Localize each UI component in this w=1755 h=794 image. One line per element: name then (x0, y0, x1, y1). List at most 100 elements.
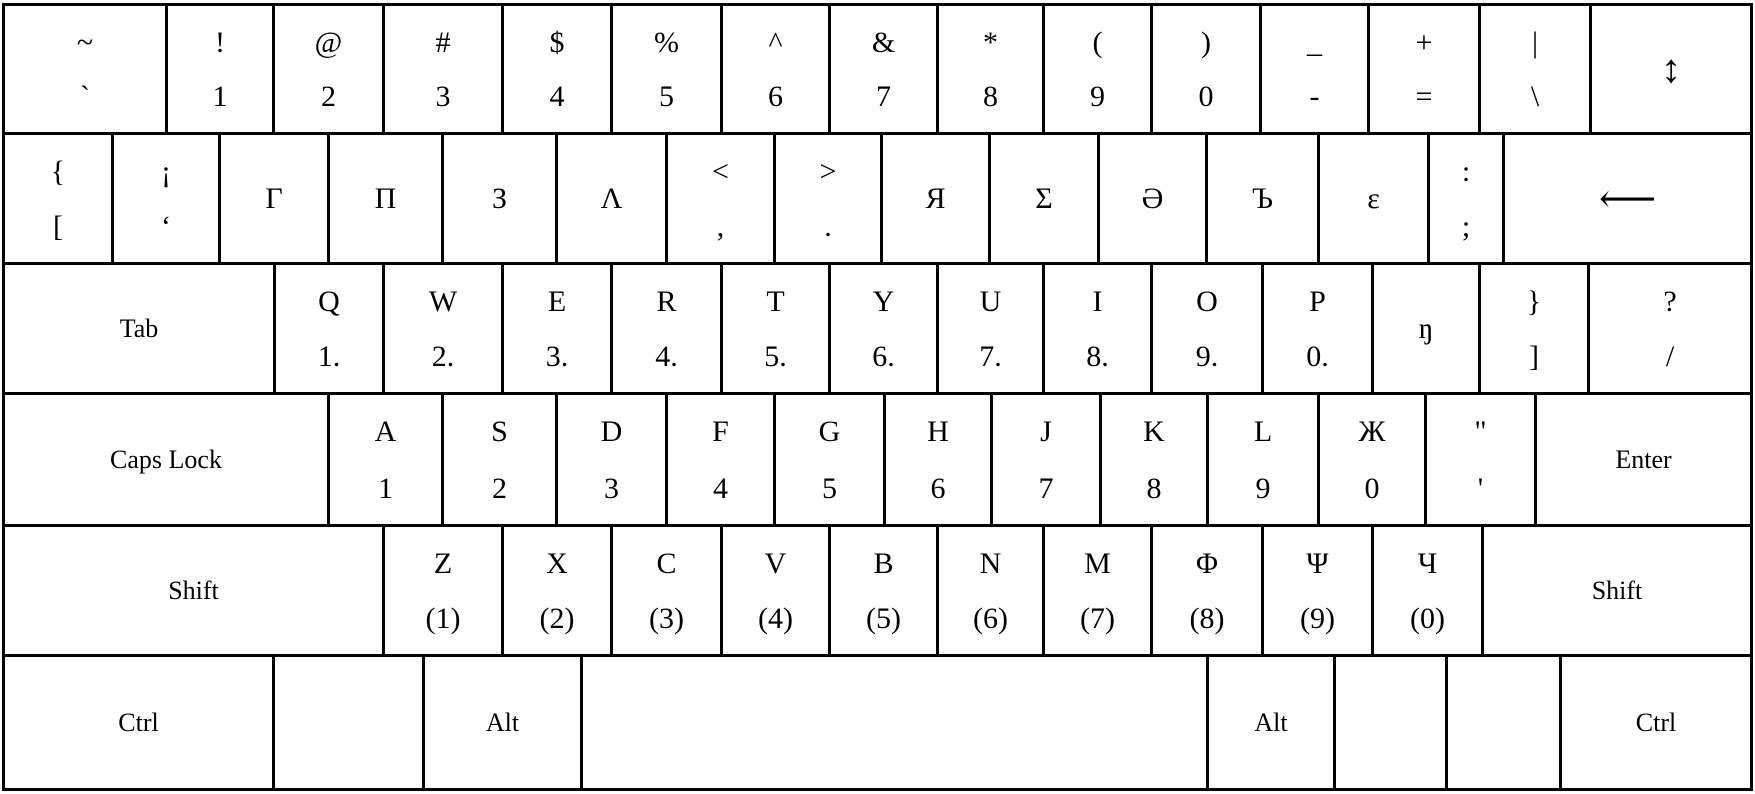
key-ctrl-left[interactable]: Ctrl (2, 654, 275, 791)
key-g[interactable]: G5 (773, 392, 886, 527)
key-shift-right[interactable]: Shift (1481, 524, 1753, 657)
key-char: П (374, 181, 397, 215)
key-upper-char: L (1253, 415, 1273, 448)
key-lower-char: (8) (1189, 602, 1225, 635)
key-che[interactable]: Ч (0) (1371, 524, 1484, 657)
key-caps-lock[interactable]: Caps Lock (2, 392, 330, 527)
key-upper-char: : (1461, 155, 1471, 188)
key-tab[interactable]: Tab (2, 262, 276, 395)
key-r[interactable]: R 4. (610, 262, 723, 395)
key-blank-right-1[interactable] (1333, 654, 1448, 791)
key-v[interactable]: V (4) (720, 524, 831, 657)
key-5[interactable]: % 5 (610, 3, 723, 135)
key-upper-char: | (1531, 26, 1538, 59)
key-upper-char: } (1526, 285, 1542, 318)
key-pi[interactable]: П (327, 132, 444, 265)
key-upper-char: Ж (1358, 415, 1386, 448)
key-alt-left[interactable]: Alt (422, 654, 583, 791)
key-blank-left[interactable] (272, 654, 425, 791)
key-ya[interactable]: Я (880, 132, 991, 265)
key-6[interactable]: ^ 6 (720, 3, 831, 135)
key-a[interactable]: A1 (327, 392, 444, 527)
key-phi[interactable]: Φ (8) (1150, 524, 1264, 657)
key-label: Ctrl (118, 707, 159, 737)
key-lower-char: 7 (876, 80, 891, 113)
key-glottal[interactable]: ¡ ʻ (111, 132, 221, 265)
key-epsilon[interactable]: ε (1317, 132, 1430, 265)
key-b[interactable]: B (5) (828, 524, 939, 657)
key-t[interactable]: T 5. (720, 262, 831, 395)
key-up-down[interactable]: ↕ (1589, 3, 1753, 135)
key-lambda[interactable]: Λ (555, 132, 668, 265)
key-lower-char: 5 (659, 80, 674, 113)
key-h[interactable]: H6 (883, 392, 993, 527)
key-upper-char: W (428, 285, 458, 318)
key-x[interactable]: X (2) (501, 524, 613, 657)
key-f[interactable]: F4 (665, 392, 776, 527)
key-8[interactable]: * 8 (936, 3, 1045, 135)
key-i[interactable]: I 8. (1042, 262, 1153, 395)
key-enter[interactable]: Enter (1534, 392, 1753, 527)
key-upper-char: ! (215, 26, 225, 59)
key-period[interactable]: >. (773, 132, 883, 265)
key-u[interactable]: U 7. (936, 262, 1045, 395)
key-n[interactable]: N (6) (936, 524, 1045, 657)
key-k[interactable]: K8 (1099, 392, 1209, 527)
key-minus[interactable]: _ - (1259, 3, 1370, 135)
key-w[interactable]: W 2. (382, 262, 504, 395)
key-gamma[interactable]: Γ (218, 132, 330, 265)
key-bracket-left[interactable]: {[ (2, 132, 114, 265)
key-lower-char: 0 (1198, 80, 1214, 113)
key-lower-char: 1 (378, 472, 393, 505)
key-1[interactable]: ! 1 (165, 3, 275, 135)
key-bracket-right[interactable]: }] (1478, 262, 1590, 395)
key-upper-char: M (1084, 547, 1111, 580)
key-shift-left[interactable]: Shift (2, 524, 385, 657)
key-lower-char: 5 (822, 472, 837, 505)
key-ze[interactable]: З (441, 132, 558, 265)
key-zhe[interactable]: Ж0 (1317, 392, 1427, 527)
key-backspace[interactable]: ⟵ (1502, 132, 1753, 265)
key-l[interactable]: L9 (1206, 392, 1320, 527)
key-equals[interactable]: + = (1367, 3, 1481, 135)
key-0[interactable]: ) 0 (1150, 3, 1262, 135)
key-upper-char: $ (549, 26, 565, 59)
key-4[interactable]: $4 (501, 3, 613, 135)
key-blank-right-2[interactable] (1445, 654, 1562, 791)
key-semicolon[interactable]: :; (1427, 132, 1505, 265)
key-z[interactable]: Z (1) (382, 524, 504, 657)
key-upper-char: Q (318, 285, 340, 318)
key-alt-right[interactable]: Alt (1206, 654, 1336, 791)
key-char: Ъ (1251, 181, 1274, 215)
key-d[interactable]: D3 (555, 392, 668, 527)
key-y[interactable]: Y 6. (828, 262, 939, 395)
key-e[interactable]: E 3. (501, 262, 613, 395)
key-label: Tab (119, 313, 159, 343)
key-o[interactable]: O 9. (1150, 262, 1264, 395)
key-quote[interactable]: " ' (1424, 392, 1537, 527)
key-slash[interactable]: ? / (1587, 262, 1753, 395)
key-7[interactable]: & 7 (828, 3, 939, 135)
key-lower-char: (0) (1410, 602, 1445, 635)
key-backtick[interactable]: ~ ` (2, 3, 168, 135)
key-q[interactable]: Q 1. (273, 262, 385, 395)
key-backslash[interactable]: | \ (1478, 3, 1592, 135)
key-sigma[interactable]: Σ (988, 132, 1100, 265)
key-3[interactable]: #3 (382, 3, 504, 135)
key-s[interactable]: S2 (441, 392, 558, 527)
key-lower-char: ʻ (161, 210, 171, 243)
key-space[interactable] (580, 654, 1209, 791)
key-m[interactable]: M (7) (1042, 524, 1153, 657)
key-2[interactable]: @2 (272, 3, 385, 135)
key-c[interactable]: C (3) (610, 524, 723, 657)
key-schwa[interactable]: Ә (1097, 132, 1208, 265)
key-lower-char: ` (80, 80, 90, 113)
key-psi[interactable]: Ψ (9) (1261, 524, 1374, 657)
key-9[interactable]: (9 (1042, 3, 1153, 135)
key-ctrl-right[interactable]: Ctrl (1559, 654, 1753, 791)
key-eng[interactable]: ŋ (1371, 262, 1481, 395)
key-p[interactable]: P 0. (1261, 262, 1374, 395)
key-hard-sign[interactable]: Ъ (1205, 132, 1320, 265)
key-comma[interactable]: <, (665, 132, 776, 265)
key-j[interactable]: J7 (990, 392, 1102, 527)
